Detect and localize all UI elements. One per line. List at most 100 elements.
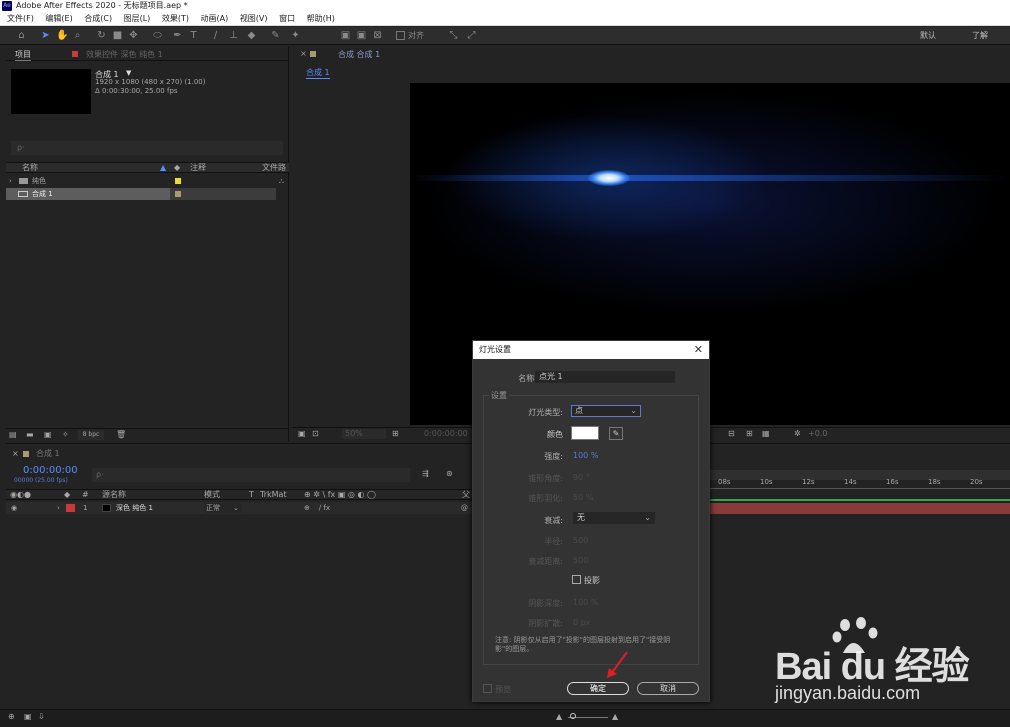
menu-composition[interactable]: 合成(C) bbox=[84, 14, 112, 23]
text-tool-icon[interactable]: T bbox=[188, 30, 199, 41]
sort-up-icon[interactable]: ▲ bbox=[160, 163, 166, 173]
trash-icon[interactable]: 🗑 bbox=[116, 430, 126, 439]
falloff-select[interactable]: 无 ⌄ bbox=[573, 512, 655, 524]
col-mode[interactable]: 模式 bbox=[204, 490, 220, 500]
view-axis-icon[interactable]: ⊠ bbox=[372, 30, 383, 41]
zoom-slider-handle[interactable] bbox=[570, 713, 576, 719]
zoom-tool-icon[interactable]: ⌕ bbox=[72, 30, 83, 41]
expand-icon[interactable]: ▣ bbox=[24, 712, 32, 721]
snap-option-icon-2[interactable]: ⤢ bbox=[466, 30, 477, 41]
eraser-tool-icon[interactable]: ◆ bbox=[246, 30, 257, 41]
intensity-value[interactable]: 100 % bbox=[573, 451, 598, 460]
shy-icon[interactable]: ⇶ bbox=[422, 469, 429, 478]
region-icon[interactable]: ⊞ bbox=[392, 429, 399, 438]
local-axis-icon[interactable]: ▣ bbox=[340, 30, 351, 41]
close-icon[interactable]: × bbox=[12, 449, 19, 458]
workspace-learn[interactable]: 了解 bbox=[972, 30, 988, 41]
tab-timeline[interactable]: 合成 1 bbox=[36, 448, 60, 459]
label-icon[interactable]: ◆ bbox=[174, 163, 180, 173]
chevron-right-icon[interactable]: › bbox=[57, 502, 60, 514]
exposure-value[interactable]: +0.0 bbox=[808, 429, 827, 438]
new-folder-icon[interactable]: ▬ bbox=[26, 430, 34, 439]
brush-tool-icon[interactable]: ∕ bbox=[210, 30, 221, 41]
snapping-checkbox[interactable] bbox=[396, 31, 405, 40]
col-t[interactable]: T bbox=[249, 490, 254, 500]
project-search-input[interactable]: ρ· bbox=[11, 141, 283, 155]
monitor-icon[interactable]: ⊡ bbox=[312, 429, 319, 438]
col-parent[interactable]: 父 bbox=[462, 490, 470, 500]
col-trkmat[interactable]: TrkMat bbox=[260, 490, 287, 500]
exposure-gear-icon[interactable]: ✲ bbox=[794, 429, 801, 438]
close-icon[interactable]: ✕ bbox=[694, 343, 703, 356]
cancel-button[interactable]: 取消 bbox=[637, 682, 699, 695]
menu-help[interactable]: 帮助(H) bbox=[307, 14, 335, 23]
menu-layer[interactable]: 图层(L) bbox=[124, 14, 151, 23]
ok-button[interactable]: 确定 bbox=[567, 682, 629, 695]
time-ruler[interactable]: 08s 10s 12s 14s 16s 18s 20s bbox=[710, 477, 1010, 489]
preview-checkbox[interactable] bbox=[483, 684, 492, 693]
shape-tool-icon[interactable]: ⬭ bbox=[152, 30, 163, 41]
frame-render-icon[interactable]: ⇩ bbox=[38, 712, 45, 721]
selection-tool-icon[interactable]: ➤ bbox=[40, 30, 51, 41]
world-axis-icon[interactable]: ▣ bbox=[356, 30, 367, 41]
parent-pickwhip-icon[interactable]: @ bbox=[461, 502, 468, 514]
menu-edit[interactable]: 编辑(E) bbox=[45, 14, 72, 23]
col-file-path[interactable]: 文件路 bbox=[262, 163, 286, 173]
rotate-tool-icon[interactable]: ↻ bbox=[96, 30, 107, 41]
light-type-select[interactable]: 点 ⌄ bbox=[571, 405, 641, 417]
always-preview-icon[interactable]: ▣ bbox=[298, 429, 306, 438]
table-row[interactable]: ◉ › 1 深色 纯色 1 正常 ⌄ ⊕ ∕ fx @ bbox=[6, 502, 472, 514]
col-name[interactable]: 名称 bbox=[22, 163, 38, 173]
render-icon[interactable]: ⊕ bbox=[8, 712, 15, 721]
timeline-timecode[interactable]: 0:00:00:00 bbox=[23, 465, 78, 476]
col-comment[interactable]: 注释 bbox=[190, 163, 206, 173]
draft-3d-icon[interactable]: ⊛ bbox=[446, 469, 453, 478]
clone-stamp-tool-icon[interactable]: ⊥ bbox=[228, 30, 239, 41]
close-icon[interactable]: × bbox=[300, 49, 307, 58]
pan-behind-tool-icon[interactable]: ✥ bbox=[128, 30, 139, 41]
guides-icon[interactable]: ⊞ bbox=[746, 429, 753, 438]
color-swatch[interactable] bbox=[571, 426, 599, 440]
menu-window[interactable]: 窗口 bbox=[279, 14, 295, 23]
home-icon[interactable]: ⌂ bbox=[16, 30, 27, 41]
settings-icon[interactable]: ✧ bbox=[62, 430, 69, 439]
grid-icon[interactable]: ▦ bbox=[762, 429, 770, 438]
menu-animation[interactable]: 动画(A) bbox=[201, 14, 229, 23]
zoom-in-mountain-icon[interactable]: ▲ bbox=[612, 712, 618, 721]
roto-brush-tool-icon[interactable]: ✎ bbox=[270, 30, 281, 41]
interpret-footage-icon[interactable]: ▤ bbox=[9, 430, 17, 439]
puppet-tool-icon[interactable]: ✦ bbox=[290, 30, 301, 41]
chevron-down-icon[interactable]: ▼ bbox=[126, 69, 131, 77]
list-item[interactable]: › 纯色 ⛬ bbox=[6, 175, 289, 187]
menu-effect[interactable]: 效果(T) bbox=[162, 14, 189, 23]
camera-tool-icon[interactable]: ■ bbox=[112, 30, 123, 41]
pen-tool-icon[interactable]: ✒ bbox=[172, 30, 183, 41]
layer-switches-values-icon[interactable]: ⊕ ∕ fx bbox=[304, 502, 330, 514]
list-item[interactable]: 合成 1 bbox=[6, 188, 276, 200]
zoom-select[interactable]: 50% bbox=[342, 429, 386, 439]
tab-effect-controls[interactable]: 效果控件 深色 纯色 1 bbox=[86, 49, 163, 60]
tab-project[interactable]: 项目 bbox=[15, 49, 31, 61]
timeline-search-input[interactable]: ρ· bbox=[92, 468, 410, 482]
bpc-button[interactable]: 8 bpc bbox=[78, 430, 104, 440]
layer-duration-bar[interactable] bbox=[710, 503, 1010, 514]
label-icon[interactable]: ◆ bbox=[64, 490, 70, 500]
zoom-out-mountain-icon[interactable]: ▲ bbox=[556, 712, 562, 721]
new-comp-icon[interactable]: ▣ bbox=[44, 430, 52, 439]
casts-shadows-checkbox[interactable] bbox=[572, 575, 581, 584]
comp-breadcrumb[interactable]: 合成 1 bbox=[306, 67, 330, 79]
hand-tool-icon[interactable]: ✋ bbox=[56, 30, 68, 41]
snap-option-icon[interactable]: ⤡ bbox=[448, 30, 459, 41]
eyedropper-icon[interactable]: ✎ bbox=[609, 427, 623, 440]
workspace-default[interactable]: 默认 bbox=[920, 30, 936, 41]
menu-view[interactable]: 视图(V) bbox=[240, 14, 268, 23]
chevron-right-icon[interactable]: › bbox=[9, 175, 12, 187]
viewer-timecode[interactable]: 0:00:00:00 bbox=[424, 429, 468, 438]
menu-file[interactable]: 文件(F) bbox=[7, 14, 34, 23]
light-name-input[interactable]: 点光 1 bbox=[535, 371, 675, 383]
3d-view-icon[interactable]: ⊟ bbox=[728, 429, 735, 438]
chevron-down-icon[interactable]: ⌄ bbox=[233, 502, 239, 514]
eye-icon[interactable]: ◉ bbox=[11, 502, 17, 514]
tab-composition[interactable]: 合成 合成 1 bbox=[338, 49, 380, 60]
col-source-name[interactable]: 源名称 bbox=[102, 490, 126, 500]
